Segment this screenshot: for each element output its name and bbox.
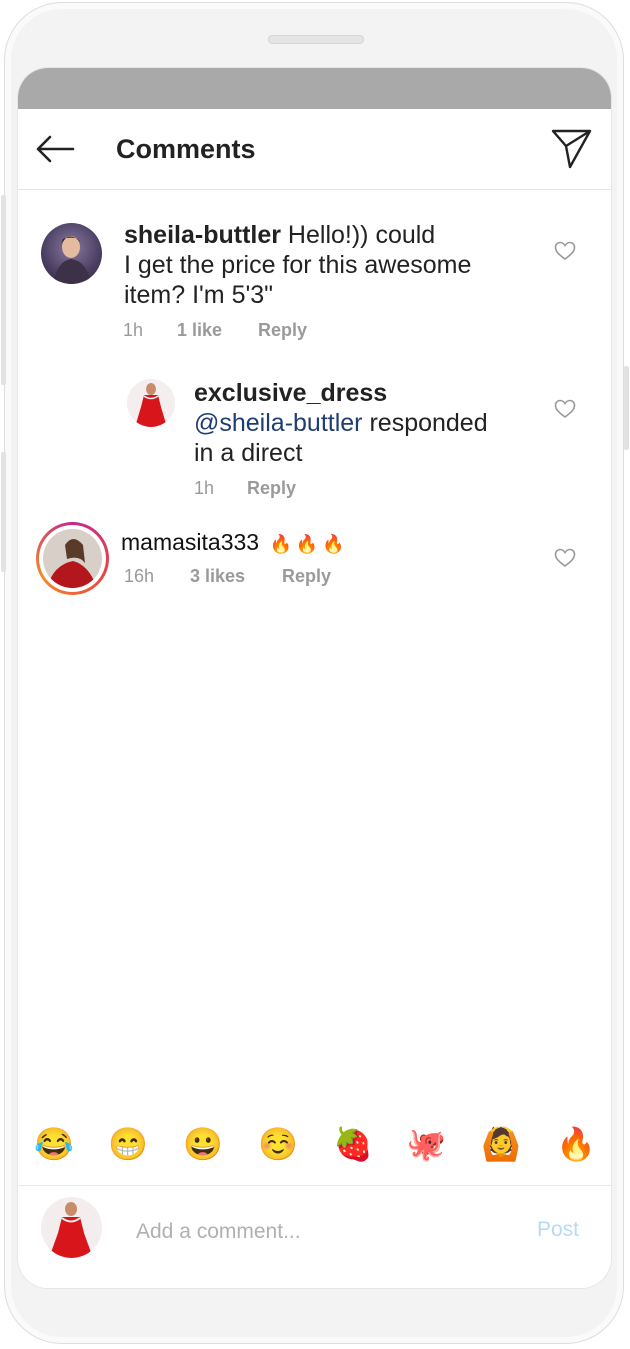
comment-composer: Post [18, 1185, 611, 1288]
emoji-strawberry[interactable]: 🍓 [333, 1124, 373, 1164]
fire-emojis: 🔥🔥🔥 [269, 534, 349, 554]
reply-button[interactable]: Reply [282, 566, 331, 587]
back-button[interactable] [34, 129, 76, 169]
comment-text: mamasita333 🔥🔥🔥 [121, 528, 349, 558]
reply-button[interactable]: Reply [247, 478, 296, 499]
earpiece-speaker [268, 35, 364, 44]
comment-time: 1h [123, 320, 144, 340]
reply-body: responded [362, 409, 488, 437]
like-button[interactable] [554, 241, 576, 261]
avatar[interactable] [41, 223, 102, 284]
comment-username[interactable]: mamasita333 [121, 529, 259, 555]
heart-icon [554, 241, 576, 260]
emoji-tears-of-joy[interactable]: 😂 [34, 1124, 74, 1164]
red-dress-icon [135, 383, 167, 427]
red-dress-icon [49, 1202, 93, 1258]
back-arrow-icon [36, 135, 75, 163]
emoji-smiling[interactable]: ☺️ [258, 1124, 298, 1164]
like-button[interactable] [554, 548, 576, 568]
comment-body-line2: I get the price for this awesome [124, 251, 472, 279]
heart-icon [554, 399, 576, 418]
emoji-fire[interactable]: 🔥 [556, 1124, 596, 1164]
person-silhouette-icon [47, 539, 97, 588]
emoji-grinning-squint[interactable]: 😁 [108, 1124, 148, 1164]
comment-likes[interactable]: 3 likes [190, 566, 245, 587]
reply-username[interactable]: exclusive_dress [194, 379, 387, 407]
post-button[interactable]: Post [537, 1218, 579, 1242]
emoji-grinning[interactable]: 😀 [183, 1124, 223, 1164]
avatar[interactable] [127, 379, 175, 427]
power-button [624, 366, 629, 450]
direct-message-button[interactable] [550, 127, 594, 171]
reply-text: exclusive_dress @sheila-buttler responde… [194, 378, 488, 468]
comment-text: sheila-buttler Hello!)) could I get the … [124, 220, 471, 310]
comment-time: 1h [194, 478, 215, 498]
mention-link[interactable]: @sheila-buttler [194, 409, 363, 437]
comment-body: Hello!)) could [280, 221, 436, 249]
comment-body-line3: item? I'm 5'3" [124, 281, 274, 309]
send-icon [551, 129, 592, 169]
header: Comments [18, 109, 611, 190]
app-screen: Comments sheila-buttler Hello!)) could I… [18, 68, 611, 1288]
comment-username[interactable]: sheila-buttler [124, 221, 281, 249]
page-title: Comments [116, 134, 256, 164]
volume-button [1, 195, 6, 385]
heart-icon [554, 548, 576, 567]
comment-likes[interactable]: 1 like [177, 320, 222, 341]
status-bar [18, 68, 611, 109]
emoji-octopus[interactable]: 🐙 [406, 1124, 446, 1164]
user-avatar[interactable] [41, 1197, 102, 1258]
reply-button[interactable]: Reply [258, 320, 307, 341]
emoji-person-ok[interactable]: 🙆 [481, 1124, 521, 1164]
like-button[interactable] [554, 399, 576, 419]
avatar-story-ring[interactable] [36, 522, 109, 595]
person-silhouette-icon [53, 236, 91, 284]
comment-time: 16h [124, 566, 155, 586]
volume-button-2 [1, 452, 6, 572]
comment-input[interactable] [134, 1214, 508, 1250]
reply-body-line2: in a direct [194, 439, 303, 467]
